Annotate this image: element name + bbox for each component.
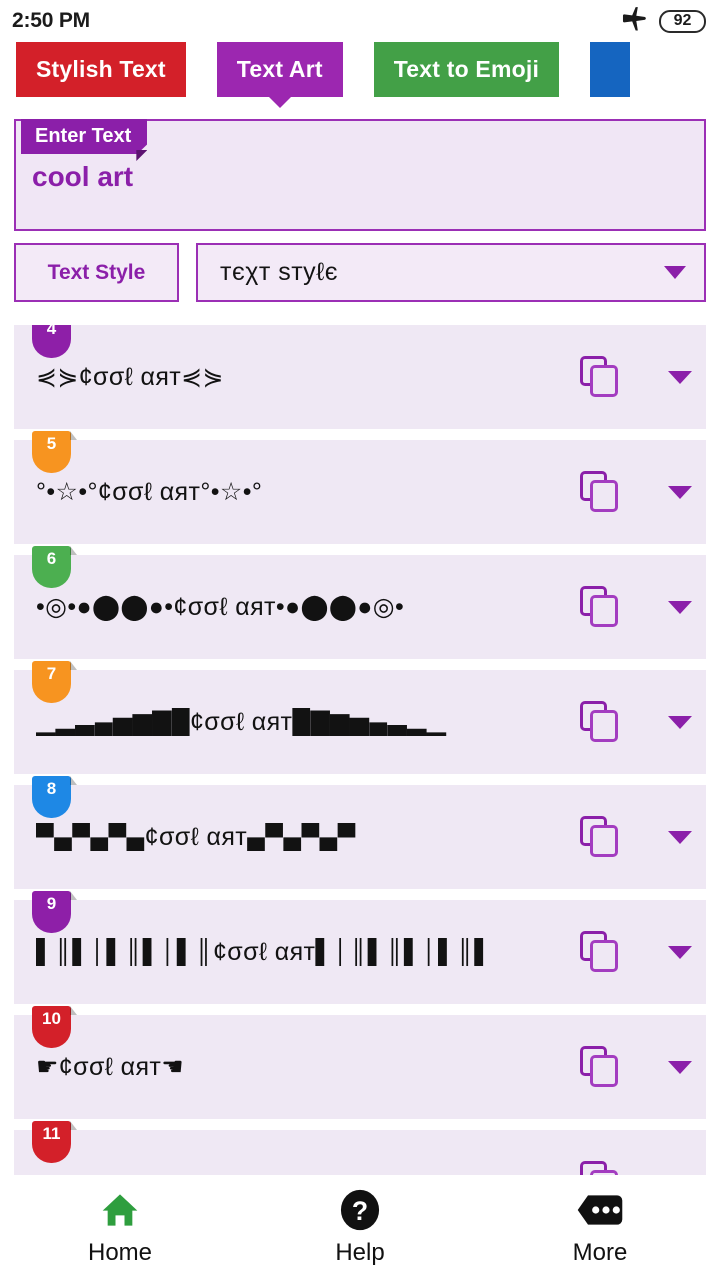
- copy-icon[interactable]: [580, 1046, 620, 1088]
- copy-icon-front-sheet: [590, 940, 618, 972]
- help-circle-icon: ?: [338, 1188, 382, 1232]
- tab-text-to-emoji[interactable]: Text to Emoji: [373, 42, 560, 97]
- result-art-text: °•☆•°¢σσℓ αят°•☆•°: [36, 477, 263, 506]
- copy-icon-front-sheet: [590, 1055, 618, 1087]
- enter-text-block: Enter Text cool art: [14, 119, 706, 231]
- result-number: 4: [46, 325, 57, 338]
- chevron-down-icon: [664, 266, 686, 279]
- enter-text-value: cool art: [32, 161, 134, 192]
- chevron-down-icon[interactable]: [668, 830, 692, 844]
- result-number-badge: 11: [32, 1121, 71, 1163]
- result-number: 9: [46, 894, 57, 913]
- nav-label: Home: [87, 1239, 153, 1266]
- text-style-label-box: Text Style: [14, 243, 179, 302]
- result-number-badge: 8: [32, 776, 71, 818]
- chevron-down-icon[interactable]: [668, 370, 692, 384]
- status-indicators: 92: [620, 6, 706, 37]
- status-time: 2:50 PM: [12, 9, 90, 32]
- result-art-text: ▌║▌│▌║▌│▌║¢σσℓ αят▌│║▌║▌│▌║▌: [36, 937, 493, 966]
- copy-icon[interactable]: [580, 586, 620, 628]
- result-number: 5: [46, 434, 57, 453]
- result-number: 10: [42, 1009, 61, 1028]
- chevron-down-icon[interactable]: [668, 600, 692, 614]
- nav-item-help[interactable]: ? Help: [240, 1188, 480, 1267]
- table-row[interactable]: 8 ▀▄▀▄▀▄¢σσℓ αят▄▀▄▀▄▀: [14, 776, 706, 889]
- enter-text-label: Enter Text: [35, 125, 132, 147]
- row-actions: [580, 356, 692, 398]
- nav-label: More: [572, 1239, 628, 1266]
- text-style-selected-value: тєχт sтyℓє: [220, 258, 339, 286]
- enter-text-ribbon: Enter Text: [21, 119, 148, 161]
- battery-indicator: 92: [659, 9, 706, 33]
- table-row[interactable]: 9 ▌║▌│▌║▌│▌║¢σσℓ αят▌│║▌║▌│▌║▌: [14, 891, 706, 1004]
- battery-level-text: 92: [673, 12, 692, 29]
- result-number-badge: 9: [32, 891, 71, 933]
- status-bar: 2:50 PM 92: [0, 0, 720, 42]
- nav-item-home[interactable]: Home: [0, 1188, 240, 1267]
- text-style-row: Text Style тєχт sтyℓє: [14, 243, 706, 302]
- result-number: 7: [46, 664, 57, 683]
- tab-strip[interactable]: Stylish Text Text Art Text to Emoji: [0, 42, 720, 108]
- copy-icon[interactable]: [580, 471, 620, 513]
- row-actions: [580, 586, 692, 628]
- row-actions: [580, 816, 692, 858]
- result-number-badge: 10: [32, 1006, 71, 1048]
- result-number-badge: 6: [32, 546, 71, 588]
- copy-icon[interactable]: [580, 931, 620, 973]
- text-style-dropdown[interactable]: тєχт sтyℓє: [196, 243, 706, 302]
- result-number-badge: 5: [32, 431, 71, 473]
- result-number: 11: [42, 1124, 61, 1143]
- result-art-text: ⋞⋟¢σσℓ αят⋞⋟: [36, 362, 224, 391]
- chevron-down-icon[interactable]: [668, 1060, 692, 1074]
- copy-icon-front-sheet: [590, 365, 618, 397]
- row-actions: [580, 1046, 692, 1088]
- results-list[interactable]: 4 ⋞⋟¢σσℓ αят⋞⋟ 5 °•☆•°¢σσℓ αят°•☆•° 6 •◎…: [0, 325, 720, 1175]
- copy-icon-front-sheet: [590, 480, 618, 512]
- result-number: 8: [46, 779, 57, 798]
- text-style-label: Text Style: [47, 260, 146, 284]
- tab-next-partial[interactable]: [590, 42, 631, 97]
- copy-icon[interactable]: [580, 1161, 620, 1175]
- row-actions: [580, 701, 692, 743]
- result-art-text: ☛¢σσℓ αят☚: [36, 1052, 185, 1081]
- result-art-text: •◎•●⬤⬤●•¢σσℓ αят•●⬤⬤●◎•: [36, 592, 405, 621]
- chevron-down-icon[interactable]: [668, 485, 692, 499]
- result-art-text: ▁▂▃▄▅▆▇█¢σσℓ αят█▇▆▅▄▃▂▁: [36, 707, 447, 736]
- more-dots-icon: [576, 1188, 624, 1232]
- svg-text:?: ?: [352, 1196, 368, 1226]
- result-art-text: ▀▄▀▄▀▄¢σσℓ αят▄▀▄▀▄▀: [36, 822, 356, 851]
- main-content: Enter Text cool art Text Style тєχт sтyℓ…: [0, 119, 720, 302]
- table-row[interactable]: 11: [14, 1121, 706, 1175]
- tab-label: Text Art: [236, 56, 323, 82]
- row-actions: [580, 471, 692, 513]
- copy-icon-front-sheet: [590, 825, 618, 857]
- bottom-navigation: Home ? Help More: [0, 1175, 720, 1280]
- airplane-mode-icon: [620, 6, 650, 37]
- copy-icon[interactable]: [580, 356, 620, 398]
- result-number-badge: 4: [32, 325, 71, 358]
- result-number: 6: [46, 549, 57, 568]
- row-actions: [580, 1161, 692, 1175]
- chevron-down-icon[interactable]: [668, 715, 692, 729]
- table-row[interactable]: 6 •◎•●⬤⬤●•¢σσℓ αят•●⬤⬤●◎•: [14, 546, 706, 659]
- table-row[interactable]: 5 °•☆•°¢σσℓ αят°•☆•°: [14, 431, 706, 544]
- nav-label: Help: [335, 1239, 385, 1266]
- table-row[interactable]: 7 ▁▂▃▄▅▆▇█¢σσℓ αят█▇▆▅▄▃▂▁: [14, 661, 706, 774]
- tab-label: Stylish Text: [36, 56, 166, 82]
- tab-text-art[interactable]: Text Art: [216, 42, 343, 97]
- result-number-badge: 7: [32, 661, 71, 703]
- copy-icon-front-sheet: [590, 710, 618, 742]
- copy-icon[interactable]: [580, 701, 620, 743]
- tab-label: Text to Emoji: [393, 56, 540, 82]
- home-icon: [98, 1188, 142, 1232]
- table-row[interactable]: 4 ⋞⋟¢σσℓ αят⋞⋟: [14, 325, 706, 429]
- copy-icon[interactable]: [580, 816, 620, 858]
- chevron-down-icon[interactable]: [668, 945, 692, 959]
- nav-item-more[interactable]: More: [480, 1188, 720, 1267]
- table-row[interactable]: 10 ☛¢σσℓ αят☚: [14, 1006, 706, 1119]
- row-actions: [580, 931, 692, 973]
- tab-stylish-text[interactable]: Stylish Text: [16, 42, 186, 97]
- copy-icon-front-sheet: [590, 595, 618, 627]
